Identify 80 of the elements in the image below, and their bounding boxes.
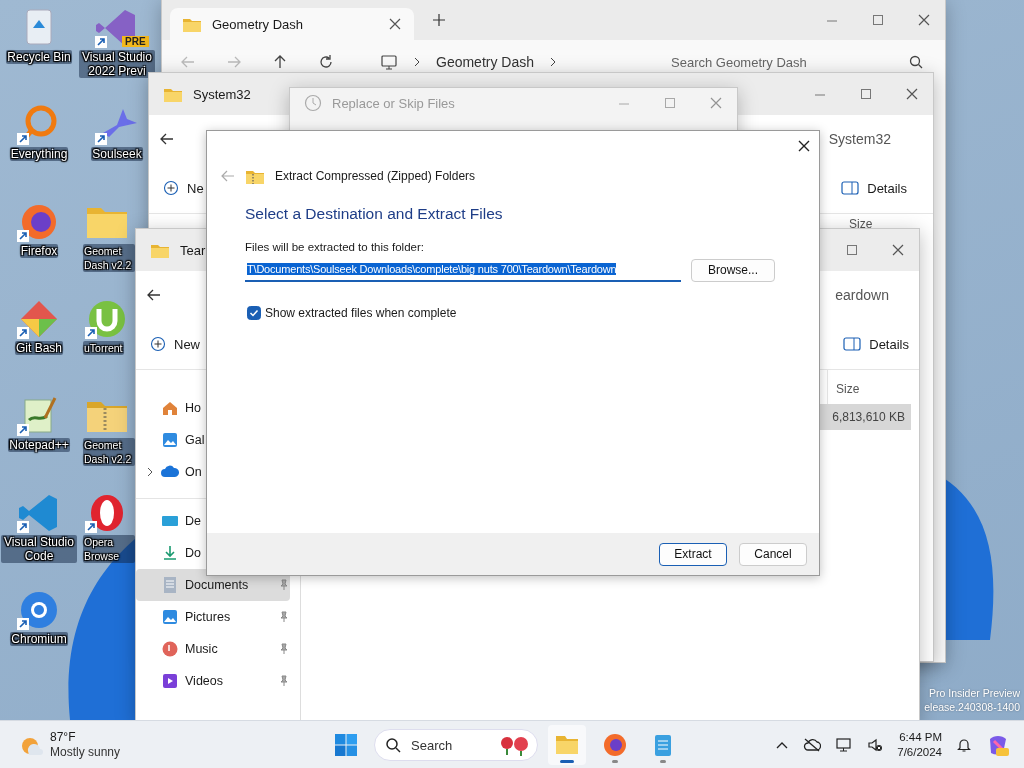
back-arrow-icon[interactable] <box>146 287 162 303</box>
folder-tab[interactable]: Geometry Dash <box>170 8 414 40</box>
new-button[interactable]: New <box>174 336 200 352</box>
clock-date[interactable]: 7/6/2024 <box>897 745 942 760</box>
path-field[interactable]: T\Documents\Soulseek Downloads\complete\big nuts 700\Teardown\Teardown <box>245 258 681 282</box>
network-icon[interactable] <box>835 737 854 753</box>
edition-watermark-text: elease.240308-1400 <box>924 700 1020 714</box>
chevron-right-icon <box>412 56 422 68</box>
folder-item-icon <box>161 544 179 562</box>
back-arrow-icon[interactable] <box>159 131 175 147</box>
pin-icon[interactable] <box>278 611 290 623</box>
folder-item-icon <box>161 640 179 658</box>
taskbar-search-field[interactable]: Search <box>374 729 538 761</box>
bell-icon[interactable] <box>956 737 972 753</box>
folder-item-icon <box>161 608 179 626</box>
close-icon[interactable] <box>905 87 919 101</box>
maximize-icon[interactable] <box>663 96 677 110</box>
breadcrumb-item[interactable]: Geometry Dash <box>436 54 535 70</box>
clock-time[interactable]: 6:44 PM <box>897 730 942 745</box>
cloud-off-icon[interactable] <box>803 737 822 753</box>
plus-circle-icon[interactable] <box>150 336 166 352</box>
taskbar-app-button[interactable] <box>548 725 586 765</box>
folder-item-icon <box>161 399 179 417</box>
sidebar-item[interactable]: Music <box>136 633 290 665</box>
plus-icon[interactable] <box>432 13 446 27</box>
pin-icon[interactable] <box>278 643 290 655</box>
icon-label[interactable]: Visual Studio Code <box>1 535 77 563</box>
close-icon[interactable] <box>797 139 811 153</box>
sidebar-item[interactable]: Pictures <box>136 601 290 633</box>
close-icon[interactable] <box>388 17 402 31</box>
details-button[interactable]: Details <box>843 336 909 352</box>
sidebar-item[interactable]: Videos <box>136 665 290 697</box>
chevron-right-icon[interactable] <box>145 466 155 478</box>
pin-icon[interactable] <box>278 579 290 591</box>
icon-label[interactable]: Geomet Dash v2.2 <box>83 438 135 466</box>
file-size-cell[interactable]: 6,813,610 KB <box>819 404 911 430</box>
temperature-text[interactable]: 87°F <box>50 730 121 745</box>
folder-item-icon <box>161 672 179 690</box>
start-icon[interactable] <box>334 733 358 757</box>
details-button[interactable]: Details <box>841 180 907 196</box>
search-icon <box>385 737 401 753</box>
maximize-icon[interactable] <box>845 243 859 257</box>
new-button[interactable]: Ne <box>187 180 204 196</box>
field-label: Files will be extracted to this folder: <box>245 241 425 253</box>
browser-icon <box>602 732 628 758</box>
partial-search-field[interactable]: eardown <box>835 287 889 303</box>
dialog-title: Extract Compressed (Zipped) Folders <box>275 169 476 183</box>
maximize-icon[interactable] <box>859 87 873 101</box>
window-title: System32 <box>193 86 251 102</box>
column-header[interactable]: Size <box>849 217 873 231</box>
monitor-icon[interactable] <box>380 54 398 70</box>
refresh-icon[interactable] <box>318 54 334 70</box>
maximize-icon[interactable] <box>871 13 885 27</box>
icon-label[interactable]: Opera Browse <box>83 535 135 563</box>
folder-item-icon <box>161 576 179 594</box>
extract-button[interactable]: Extract <box>659 542 727 566</box>
pin-icon[interactable] <box>278 675 290 687</box>
clock-icon <box>304 94 322 112</box>
close-icon[interactable] <box>891 243 905 257</box>
window-title: Replace or Skip Files <box>332 95 455 111</box>
weather-condition-text[interactable]: Mostly sunny <box>50 745 121 760</box>
checkbox[interactable] <box>247 306 261 320</box>
search-field[interactable]: Search Geometry Dash <box>671 54 923 70</box>
folder-item-icon <box>161 431 179 449</box>
pane-icon <box>841 181 860 195</box>
partial-search-field[interactable]: System32 <box>828 131 891 147</box>
preview-badge: PRE <box>122 36 149 47</box>
window-title: Tear <box>180 242 206 258</box>
cancel-button[interactable]: Cancel <box>739 542 807 566</box>
browse-button[interactable]: Browse... <box>691 258 775 282</box>
checkbox-label[interactable]: Show extracted files when complete <box>265 306 457 320</box>
up-arrow-icon[interactable] <box>272 54 288 70</box>
icon-label[interactable]: Geomet Dash v2.2 <box>83 244 135 272</box>
close-icon[interactable] <box>917 13 931 27</box>
plus-circle-icon[interactable] <box>163 180 179 196</box>
search-icon[interactable] <box>909 55 923 69</box>
dialog-heading: Select a Destination and Extract Files <box>245 205 504 223</box>
edition-watermark-text: Pro Insider Preview <box>927 686 1020 700</box>
pane-icon <box>843 337 862 351</box>
speaker-muted-icon[interactable] <box>867 737 884 753</box>
